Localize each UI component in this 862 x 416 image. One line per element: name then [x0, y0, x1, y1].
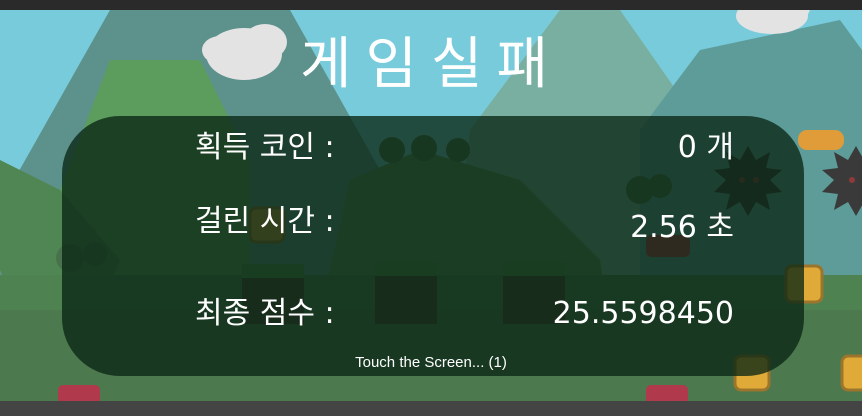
- game-over-title: 게임실패: [299, 32, 563, 97]
- touch-prompt[interactable]: Touch the Screen... (1): [0, 352, 862, 374]
- top-status-bar: [0, 0, 862, 10]
- score-value: 25.5598450: [552, 296, 734, 331]
- game-screen[interactable]: 게임실패 획득 코인 : 0 개 걸린 시간 : 2.56 초 최종 점수 : …: [0, 0, 862, 416]
- bottom-bar: [0, 401, 862, 416]
- coins-label: 획득 코인 :: [195, 130, 335, 165]
- score-label: 최종 점수 :: [195, 296, 335, 331]
- time-value: 2.56 초: [630, 210, 734, 245]
- coins-value: 0 개: [677, 130, 734, 165]
- time-label: 걸린 시간 :: [195, 204, 335, 239]
